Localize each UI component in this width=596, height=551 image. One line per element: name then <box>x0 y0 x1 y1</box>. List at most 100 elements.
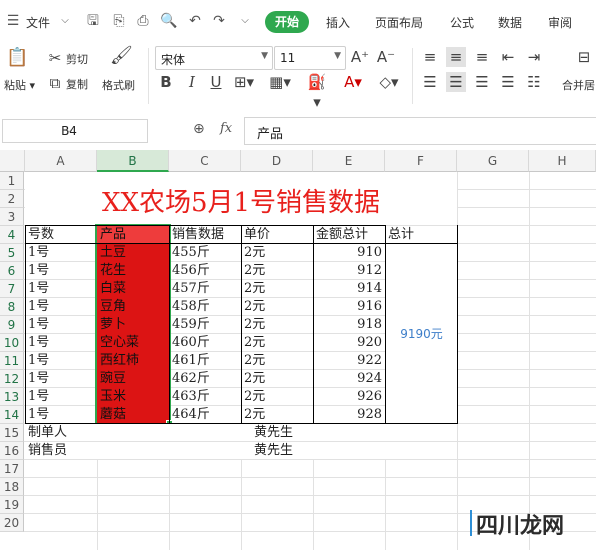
font-color-icon[interactable]: A▾ <box>340 72 366 92</box>
table-cell[interactable]: 2元 <box>244 262 312 280</box>
table-cell[interactable]: 458斤 <box>172 298 240 316</box>
merge-center-icon[interactable]: ⊟ <box>574 47 594 67</box>
chevron-down-icon[interactable]: ⌵ <box>236 12 254 30</box>
name-box[interactable]: B4 ⌵ <box>2 119 148 143</box>
table-cell[interactable]: 蘑菇 <box>100 406 168 424</box>
seller-name[interactable]: 黄先生 <box>254 442 354 460</box>
table-cell[interactable]: 456斤 <box>172 262 240 280</box>
align-top-icon[interactable]: ≡ <box>420 47 440 67</box>
border-icon[interactable]: ⊞▾ <box>232 72 256 92</box>
cut-button[interactable]: 剪切 <box>66 51 88 67</box>
table-cell[interactable]: 2元 <box>244 334 312 352</box>
column-header-a[interactable]: A <box>25 150 97 172</box>
redo-icon[interactable]: ↷ <box>210 12 228 30</box>
print-icon[interactable]: ⎙ <box>134 12 152 30</box>
row-header[interactable]: 10 <box>0 334 24 352</box>
row-header[interactable]: 12 <box>0 370 24 388</box>
row-header[interactable]: 9 <box>0 316 24 334</box>
table-cell[interactable]: 2元 <box>244 244 312 262</box>
hamburger-icon[interactable]: ☰ <box>4 12 22 30</box>
align-bottom-icon[interactable]: ≡ <box>472 47 492 67</box>
column-header-h[interactable]: H <box>529 150 596 172</box>
table-cell[interactable]: 457斤 <box>172 280 240 298</box>
tab-insert[interactable]: 插入 <box>326 14 350 31</box>
table-cell[interactable]: 914 <box>316 280 382 298</box>
table-cell[interactable]: 萝卜 <box>100 316 168 334</box>
table-cell[interactable]: 922 <box>316 352 382 370</box>
table-cell[interactable]: 土豆 <box>100 244 168 262</box>
undo-icon[interactable]: ↶ <box>186 12 204 30</box>
justify-icon[interactable]: ☰ <box>498 72 518 92</box>
indent-decrease-icon[interactable]: ⇤ <box>498 47 518 67</box>
table-cell[interactable]: 玉米 <box>100 388 168 406</box>
font-name-select[interactable]: 宋体 ▼ <box>155 46 273 70</box>
table-cell[interactable]: 460斤 <box>172 334 240 352</box>
column-header-f[interactable]: F <box>385 150 457 172</box>
header-cell[interactable]: 销售数据 <box>172 226 240 244</box>
fill-color-icon[interactable]: ⛽▾ <box>304 72 330 112</box>
table-cell[interactable]: 西红柿 <box>100 352 168 370</box>
table-cell[interactable]: 920 <box>316 334 382 352</box>
align-middle-icon[interactable]: ≡ <box>446 47 466 67</box>
indent-increase-icon[interactable]: ⇥ <box>524 47 544 67</box>
column-header-e[interactable]: E <box>313 150 385 172</box>
table-cell[interactable]: 1号 <box>28 244 96 262</box>
table-cell[interactable]: 2元 <box>244 280 312 298</box>
select-all-corner[interactable] <box>0 150 25 172</box>
row-header[interactable]: 13 <box>0 388 24 406</box>
zoom-icon[interactable]: ⊕ <box>193 121 205 137</box>
row-header[interactable]: 4 <box>0 226 24 244</box>
table-cell[interactable]: 464斤 <box>172 406 240 424</box>
row-header[interactable]: 3 <box>0 208 24 226</box>
table-cell[interactable]: 912 <box>316 262 382 280</box>
table-cell[interactable]: 463斤 <box>172 388 240 406</box>
table-cell[interactable]: 1号 <box>28 406 96 424</box>
format-painter-button[interactable]: 格式刷 <box>102 77 135 93</box>
font-size-select[interactable]: 11 ▼ <box>274 46 346 70</box>
file-menu[interactable]: 文件 <box>26 14 50 31</box>
row-header[interactable]: 14 <box>0 406 24 424</box>
increase-font-icon[interactable]: A⁺ <box>350 47 370 67</box>
paste-button[interactable]: 粘贴 ▾ <box>4 77 35 93</box>
save-icon[interactable]: 🖫 <box>84 12 102 30</box>
row-header[interactable]: 11 <box>0 352 24 370</box>
copy-icon[interactable]: ⧉ <box>46 73 64 93</box>
underline-icon[interactable]: U <box>206 72 226 92</box>
merge-center-button[interactable]: 合并居 <box>562 77 595 93</box>
table-cell[interactable]: 2元 <box>244 352 312 370</box>
table-cell[interactable]: 928 <box>316 406 382 424</box>
table-cell[interactable]: 2元 <box>244 388 312 406</box>
header-cell[interactable]: 单价 <box>244 226 312 244</box>
table-cell[interactable]: 2元 <box>244 406 312 424</box>
table-cell[interactable]: 910 <box>316 244 382 262</box>
table-cell[interactable]: 916 <box>316 298 382 316</box>
table-cell[interactable]: 1号 <box>28 262 96 280</box>
table-cell[interactable]: 2元 <box>244 298 312 316</box>
row-header[interactable]: 7 <box>0 280 24 298</box>
table-cell[interactable]: 1号 <box>28 316 96 334</box>
table-cell[interactable]: 空心菜 <box>100 334 168 352</box>
table-cell[interactable]: 462斤 <box>172 370 240 388</box>
format-painter-icon[interactable]: 🖌 <box>110 46 133 66</box>
table-cell[interactable]: 1号 <box>28 352 96 370</box>
row-header[interactable]: 5 <box>0 244 24 262</box>
export-icon[interactable]: ⎘ <box>110 12 128 30</box>
bold-icon[interactable]: B <box>156 72 176 92</box>
row-header[interactable]: 1 <box>0 172 24 190</box>
column-header-d[interactable]: D <box>241 150 313 172</box>
header-cell[interactable]: 产品 <box>100 226 168 244</box>
italic-icon[interactable]: I <box>182 72 202 92</box>
align-right-icon[interactable]: ☰ <box>472 72 492 92</box>
align-center-icon[interactable]: ☰ <box>446 72 466 92</box>
tab-review[interactable]: 审阅 <box>548 14 572 31</box>
tab-page-layout[interactable]: 页面布局 <box>375 14 423 31</box>
row-header[interactable]: 18 <box>0 478 24 496</box>
table-cell[interactable]: 926 <box>316 388 382 406</box>
table-cell[interactable]: 2元 <box>244 370 312 388</box>
align-left-icon[interactable]: ☰ <box>420 72 440 92</box>
row-header[interactable]: 2 <box>0 190 24 208</box>
table-cell[interactable]: 1号 <box>28 370 96 388</box>
row-header[interactable]: 16 <box>0 442 24 460</box>
formula-input[interactable]: 产品 <box>244 117 596 145</box>
table-cell[interactable]: 白菜 <box>100 280 168 298</box>
